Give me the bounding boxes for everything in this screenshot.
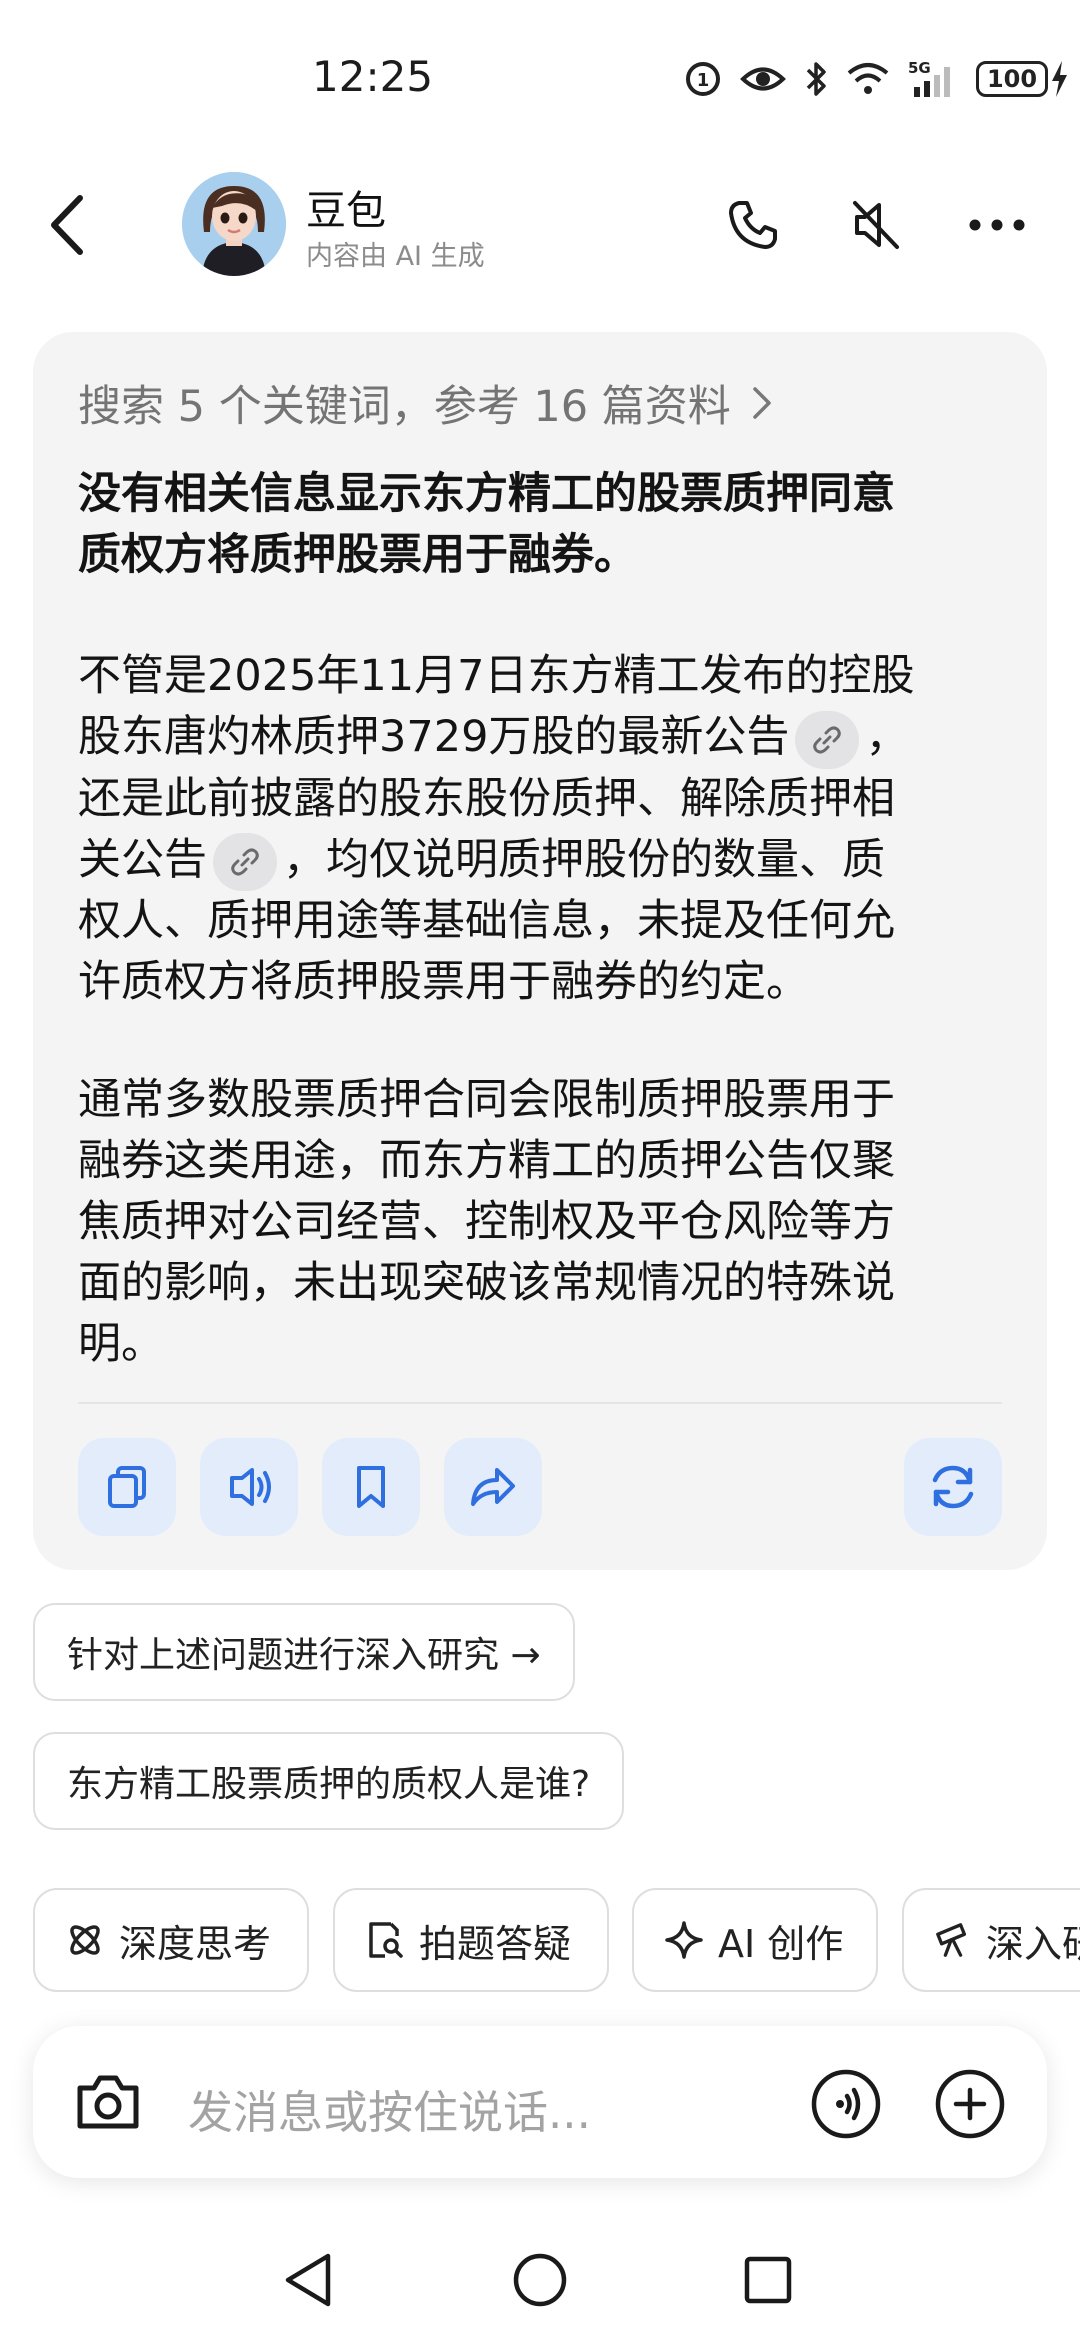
- text-line: 面的影响，未出现突破该常规情况的特殊说: [78, 1258, 895, 1308]
- refresh-icon: [932, 1465, 974, 1509]
- nav-recents-button[interactable]: [728, 2240, 808, 2320]
- text-line: 许质权方将质押股票用于融券的约定。: [78, 957, 809, 1007]
- call-button[interactable]: [718, 190, 788, 260]
- card-divider: [78, 1402, 1002, 1404]
- more-dots-icon: [969, 219, 1025, 231]
- chevron-left-icon: [51, 195, 83, 255]
- more-button[interactable]: [962, 190, 1032, 260]
- chip-deep-thinking[interactable]: 深度思考: [33, 1888, 309, 1992]
- sparkle-icon: [665, 1921, 703, 1959]
- suggestion-deep-research[interactable]: 针对上述问题进行深入研究 →: [33, 1603, 575, 1701]
- ai-generated-label: 内容由 AI 生成: [306, 241, 485, 272]
- chip-label: 深入研: [985, 1921, 1080, 1966]
- network-label: 5G: [908, 59, 931, 77]
- answer-headline: 没有相关信息显示东方精工的股票质押同意 质权方将质押股票用于融券。: [78, 464, 1008, 586]
- voice-wave-icon: [811, 2069, 881, 2139]
- telescope-icon: [936, 1923, 967, 1957]
- chip-label: AI 创作: [718, 1921, 844, 1966]
- reference-chip[interactable]: [795, 710, 860, 769]
- circle-home-icon: [513, 2253, 567, 2307]
- copy-icon: [108, 1466, 146, 1508]
- text-fragment: 关公告: [78, 834, 207, 885]
- text-line: 焦质押对公司经营、控制权及平仓风险等方: [78, 1197, 895, 1247]
- copy-button[interactable]: [78, 1438, 176, 1536]
- text-line: 融券这类用途，而东方精工的质押公告仅聚: [78, 1136, 895, 1186]
- wifi-icon: [847, 63, 889, 94]
- svg-text:1: 1: [697, 70, 710, 91]
- battery-indicator: 100: [976, 59, 1070, 99]
- text-line: 权人、质押用途等基础信息，未提及任何允: [78, 896, 895, 946]
- mute-button[interactable]: [840, 190, 910, 260]
- chip-deep-research[interactable]: 深入研: [902, 1888, 1080, 1992]
- text-line: 还是此前披露的股东股份质押、解除质押相: [78, 773, 895, 824]
- chip-label: 深度思考: [119, 1921, 272, 1966]
- headline-line: 没有相关信息显示东方精工的股票质押同意: [78, 469, 895, 519]
- eye-icon: [740, 67, 786, 91]
- text-line: 关公告 ，均仅说明质押股份的数量、质: [78, 830, 1008, 891]
- camera-button[interactable]: [72, 2070, 144, 2134]
- reference-chip[interactable]: [213, 833, 277, 891]
- triangle-back-icon: [285, 2253, 331, 2307]
- chevron-right-icon: [753, 387, 771, 419]
- speaker-icon: [230, 1468, 271, 1506]
- atom-icon: [70, 1925, 100, 1955]
- chip-ai-create[interactable]: AI 创作: [632, 1888, 878, 1992]
- status-icons: 1 5G 100: [684, 56, 1070, 102]
- share-icon: [471, 1468, 515, 1506]
- nav-back-button[interactable]: [268, 2240, 348, 2320]
- headline-line: 质权方将质押股票用于融券。: [78, 530, 637, 580]
- search-summary-text: 搜索 5 个关键词，参考 16 篇资料: [78, 382, 731, 432]
- battery-level: 100: [976, 61, 1048, 97]
- phone-icon: [729, 201, 777, 249]
- search-document-icon: [369, 1922, 403, 1958]
- square-recents-icon: [744, 2256, 792, 2304]
- bookmark-icon: [357, 1466, 385, 1508]
- text-line: 不管是2025年11月7日东方精工发布的控股: [78, 651, 915, 701]
- plus-circle-icon: [935, 2069, 1005, 2139]
- back-button[interactable]: [40, 190, 100, 260]
- camera-icon: [77, 2075, 139, 2129]
- search-summary-link[interactable]: 搜索 5 个关键词，参考 16 篇资料: [78, 372, 773, 434]
- add-button[interactable]: [934, 2068, 1006, 2140]
- avatar[interactable]: [182, 172, 286, 276]
- link-icon: [231, 848, 259, 876]
- chip-label: 拍题答疑: [419, 1921, 572, 1966]
- bluetooth-icon: [806, 62, 826, 96]
- chip-photo-question[interactable]: 拍题答疑: [333, 1888, 609, 1992]
- text-line: 通常多数股票质押合同会限制质押股票用于: [78, 1075, 895, 1125]
- charging-icon: [1052, 61, 1067, 97]
- text-line: 股东唐灼林质押3729万股的最新公告 ，: [78, 707, 1008, 769]
- suggestion-question[interactable]: 东方精工股票质押的质权人是谁?: [33, 1732, 625, 1830]
- link-icon: [813, 726, 842, 753]
- text-fragment: ，: [865, 712, 909, 762]
- message-input[interactable]: 发消息或按住说话...: [188, 2076, 591, 2141]
- status-time: 12:25: [312, 52, 434, 101]
- read-aloud-button[interactable]: [200, 1438, 298, 1536]
- text-line: 明。: [78, 1319, 164, 1369]
- nav-home-button[interactable]: [500, 2240, 580, 2320]
- share-button[interactable]: [444, 1438, 542, 1536]
- answer-paragraph-1: 不管是2025年11月7日东方精工发布的控股 股东唐灼林质押3729万股的最新公…: [78, 646, 1008, 1013]
- signal-5g-icon: 5G: [908, 59, 950, 97]
- bookmark-button[interactable]: [322, 1438, 420, 1536]
- text-fragment: ，均仅说明质押股份的数量、质: [283, 834, 885, 885]
- answer-paragraph-2: 通常多数股票质押合同会限制质押股票用于 融券这类用途，而东方精工的质押公告仅聚 …: [78, 1070, 1008, 1375]
- text-fragment: 股东唐灼林质押3729万股的最新公告: [78, 712, 790, 762]
- voice-button[interactable]: [810, 2068, 882, 2140]
- bot-name: 豆包: [306, 188, 386, 234]
- speaker-muted-icon: [853, 201, 899, 249]
- data-saver-icon: 1: [686, 62, 720, 96]
- regenerate-button[interactable]: [904, 1438, 1002, 1536]
